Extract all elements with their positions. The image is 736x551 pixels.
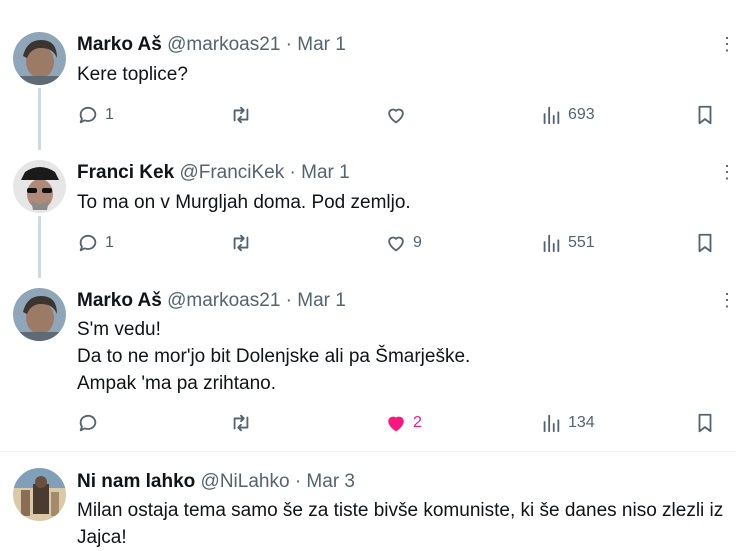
bookmark-icon [698, 413, 712, 433]
action-bar: 2 134 [77, 412, 736, 436]
retweet-icon [233, 234, 249, 252]
avatar[interactable] [13, 32, 66, 85]
tweet-text: S'm vedu! Da to ne mor'jo bit Dolenjske … [77, 316, 470, 397]
reply-icon [79, 414, 97, 432]
retweet-icon [233, 414, 249, 432]
display-name[interactable]: Marko Aš [77, 290, 162, 311]
reply-icon [79, 234, 97, 252]
like-icon [388, 236, 404, 252]
views-button[interactable]: 134 [540, 412, 595, 434]
reply-button[interactable]: 1 [77, 104, 114, 126]
tweet-text-line: Kere toplice? [77, 64, 188, 85]
separator-dot: · [289, 162, 296, 183]
tweet-date[interactable]: Mar 1 [297, 34, 346, 55]
views-button[interactable]: 551 [540, 232, 595, 254]
tweet-date[interactable]: Mar 1 [301, 162, 350, 183]
views-icon [543, 414, 560, 433]
reply-count: 1 [105, 106, 114, 123]
retweet-button[interactable] [230, 232, 258, 254]
tweet-header: Franci Kek @FranciKek · Mar 1 [77, 162, 350, 184]
tweet-text-line: Ampak 'ma pa zrihtano. [77, 373, 276, 394]
user-handle[interactable]: @FranciKek [179, 162, 284, 183]
views-icon [543, 106, 560, 125]
like-icon [388, 108, 404, 124]
views-button[interactable]: 693 [540, 104, 595, 126]
user-handle[interactable]: @NiLahko [201, 471, 290, 492]
tweet-text-line: Jajca! [77, 527, 127, 548]
display-name[interactable]: Marko Aš [77, 34, 162, 55]
bookmark-icon [698, 233, 712, 253]
separator-dot: · [294, 471, 302, 492]
more-icon[interactable]: ⋮ [718, 290, 736, 311]
tweet-date[interactable]: Mar 1 [297, 290, 346, 311]
tweet-3[interactable]: Marko Aš @markoas21 · Mar 1 ⋮ S'm vedu! … [0, 278, 736, 450]
bookmark-button[interactable] [694, 412, 716, 434]
reply-icon [79, 106, 97, 124]
display-name[interactable]: Franci Kek [77, 162, 174, 183]
avatar[interactable] [13, 160, 66, 213]
tweet-date[interactable]: Mar 3 [306, 471, 355, 492]
views-icon [543, 234, 560, 253]
like-count: 9 [413, 234, 422, 251]
reply-button[interactable]: 1 [77, 232, 114, 254]
user-handle[interactable]: @markoas21 [167, 34, 280, 55]
avatar[interactable] [13, 468, 66, 521]
bookmark-button[interactable] [694, 232, 716, 254]
user-handle[interactable]: @markoas21 [167, 290, 280, 311]
view-count: 134 [568, 414, 595, 431]
reply-count: 1 [105, 234, 114, 251]
tweet-header: Marko Aš @markoas21 · Mar 1 [77, 290, 346, 312]
view-count: 551 [568, 234, 595, 251]
bookmark-button[interactable] [694, 104, 716, 126]
tweet-header: Ni nam lahko @NiLahko · Mar 3 [77, 471, 355, 493]
tweet-1[interactable]: Marko Aš @markoas21 · Mar 1 ⋮ Kere topli… [0, 0, 736, 150]
reply-button[interactable] [77, 412, 105, 434]
like-icon [388, 416, 404, 432]
bookmark-icon [698, 105, 712, 125]
thread-line [38, 216, 41, 278]
action-bar: 1 693 [77, 104, 736, 128]
like-button[interactable]: 2 [385, 412, 422, 434]
separator-dot: · [285, 290, 292, 311]
retweet-icon [233, 106, 249, 124]
tweet-text: Kere toplice? [77, 61, 188, 88]
more-icon[interactable]: ⋮ [718, 162, 736, 183]
view-count: 693 [568, 106, 595, 123]
separator-dot: · [285, 34, 292, 55]
like-button[interactable]: 9 [385, 232, 422, 254]
tweet-text: Milan ostaja tema samo še za tiste bivše… [77, 497, 723, 551]
action-bar: 1 9 551 [77, 232, 736, 256]
tweet-text: To ma on v Murgljah doma. Pod zemljo. [77, 189, 411, 216]
tweet-2[interactable]: Franci Kek @FranciKek · Mar 1 ⋮ To ma on… [0, 150, 736, 278]
tweet-text-line: To ma on v Murgljah doma. Pod zemljo. [77, 192, 411, 213]
avatar[interactable] [13, 288, 66, 341]
more-icon[interactable]: ⋮ [718, 34, 736, 55]
like-count: 2 [413, 414, 422, 431]
tweet-header: Marko Aš @markoas21 · Mar 1 [77, 34, 346, 56]
display-name[interactable]: Ni nam lahko [77, 471, 195, 492]
retweet-button[interactable] [230, 104, 258, 126]
retweet-button[interactable] [230, 412, 258, 434]
thread-line [38, 88, 41, 150]
tweet-text-line: Milan ostaja tema samo še za tiste bivše… [77, 500, 724, 521]
tweet-text-line: S'm vedu! [77, 319, 161, 340]
like-button[interactable] [385, 104, 413, 126]
tweet-4[interactable]: Ni nam lahko @NiLahko · Mar 3 Milan osta… [0, 452, 736, 550]
tweet-text-line: Da to ne mor'jo bit Dolenjske ali pa Šma… [77, 346, 471, 367]
